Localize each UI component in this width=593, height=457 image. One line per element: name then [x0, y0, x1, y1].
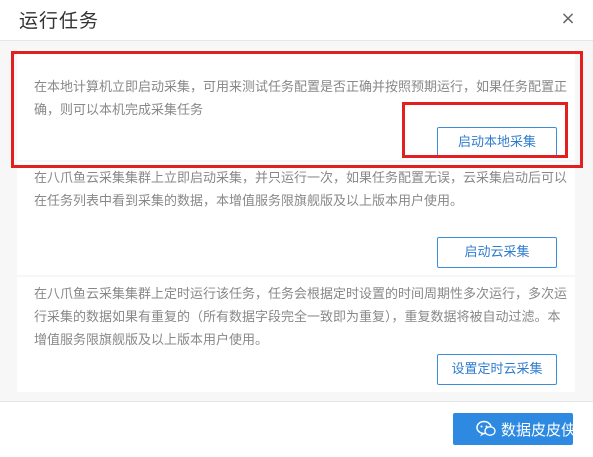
- highlight-box-button: [402, 102, 568, 158]
- watermark: 数据皮皮侠: [476, 413, 576, 445]
- close-icon[interactable]: ×: [560, 9, 576, 29]
- option-card-cloud: 在八爪鱼云采集集群上立即启动采集，并只运行一次，如果任务配置无误，云采集启动后可…: [17, 162, 575, 275]
- run-task-dialog: 运行任务 × 在本地计算机立即启动采集，可用来测试任务配置是否正确并按照预期运行…: [0, 0, 593, 457]
- start-cloud-collection-button[interactable]: 启动云采集: [437, 237, 557, 268]
- dialog-header: 运行任务 ×: [0, 0, 593, 41]
- watermark-text: 数据皮皮侠: [501, 420, 577, 439]
- option-card-scheduled: 在八爪鱼云采集集群上定时运行该任务，任务会根据定时设置的时间周期性多次运行，多次…: [17, 277, 575, 392]
- wechat-icon: [476, 420, 496, 437]
- option-description: 在八爪鱼云采集集群上立即启动采集，并只运行一次，如果任务配置无误，云采集启动后可…: [34, 171, 568, 209]
- schedule-cloud-collection-button[interactable]: 设置定时云采集: [437, 354, 557, 385]
- option-description: 在八爪鱼云采集集群上定时运行该任务，任务会根据定时设置的时间周期性多次运行，多次…: [34, 287, 568, 348]
- dialog-title: 运行任务: [19, 10, 100, 32]
